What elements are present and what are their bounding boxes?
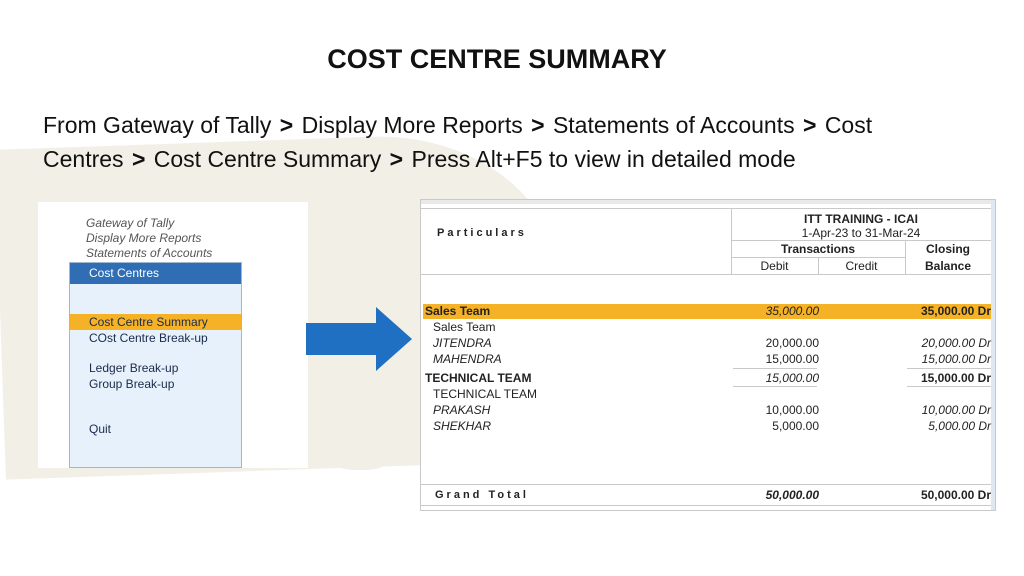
grand-total-row: Grand Total 50,000.00 50,000.00 Dr <box>423 488 991 503</box>
cost-centre-summary-report: Particulars ITT TRAINING - ICAI 1-Apr-23… <box>420 199 996 511</box>
report-top-bar <box>421 200 995 204</box>
navigation-path: From Gateway of Tally > Display More Rep… <box>43 108 973 176</box>
row-balance: 10,000.00 Dr <box>921 403 991 417</box>
path-separator: > <box>279 112 294 138</box>
row-debit: 15,000.00 <box>765 371 819 385</box>
menu-item-group-break-up[interactable]: Group Break-up <box>70 376 241 392</box>
transactions-header: Transactions <box>780 242 856 256</box>
row-particular: SHEKHAR <box>433 419 492 433</box>
grand-total-label: Grand Total <box>435 489 529 501</box>
grand-total-balance: 50,000.00 Dr <box>920 488 991 502</box>
row-debit: 15,000.00 <box>765 352 819 366</box>
path-step: Cost <box>824 112 873 138</box>
row-particular: TECHNICAL TEAM <box>425 371 532 385</box>
menu-title: Cost Centres <box>70 263 241 284</box>
particulars-header: Particulars <box>437 227 527 239</box>
slide-title: COST CENTRE SUMMARY <box>327 44 667 74</box>
table-row[interactable]: PRAKASH 10,000.00 10,000.00 Dr <box>423 403 991 418</box>
path-step: From Gateway of Tally <box>43 112 272 138</box>
row-debit: 10,000.00 <box>765 403 819 417</box>
path-separator: > <box>389 146 404 172</box>
row-balance: 15,000.00 Dr <box>921 352 991 366</box>
divider <box>421 208 991 209</box>
row-particular: TECHNICAL TEAM <box>433 387 538 401</box>
row-particular: Sales Team <box>425 304 491 318</box>
company-name: ITT TRAINING - ICAI <box>804 212 918 226</box>
path-step: Display More Reports <box>301 112 523 138</box>
row-particular: Sales Team <box>433 320 496 334</box>
row-balance: 35,000.00 Dr <box>920 304 991 318</box>
row-particular: PRAKASH <box>433 403 491 417</box>
row-balance: 5,000.00 Dr <box>928 419 991 433</box>
table-row[interactable]: TECHNICAL TEAM 15,000.00 15,000.00 Dr <box>423 371 991 386</box>
row-balance: 15,000.00 Dr <box>920 371 991 385</box>
menu-item-ledger-break-up[interactable]: Ledger Break-up <box>70 360 241 376</box>
path-step: Cost Centre Summary <box>153 146 382 172</box>
path-step: Centres <box>43 146 124 172</box>
divider <box>421 505 991 506</box>
path-separator: > <box>131 146 146 172</box>
menu-item-quit[interactable]: Quit <box>70 421 241 437</box>
menu-item-cost-centre-summary[interactable]: Cost Centre Summary <box>70 314 241 330</box>
row-balance: 20,000.00 Dr <box>921 336 991 350</box>
row-particular: MAHENDRA <box>433 352 502 366</box>
menu-item-cost-centre-break-up[interactable]: COst Centre Break-up <box>70 330 241 346</box>
report-period[interactable]: 1-Apr-23 to 31-Mar-24 <box>731 226 991 240</box>
credit-header: Credit <box>845 259 878 273</box>
divider <box>731 240 991 241</box>
table-row[interactable]: SHEKHAR 5,000.00 5,000.00 Dr <box>423 419 991 434</box>
row-debit: 35,000.00 <box>765 304 819 318</box>
path-step: Press Alt+F5 to view in detailed mode <box>411 146 796 172</box>
table-row[interactable]: Sales Team <box>423 320 991 335</box>
debit-header: Debit <box>760 259 789 273</box>
menu-breadcrumb[interactable]: Gateway of Tally <box>86 216 174 230</box>
balance-header: Balance <box>924 259 972 273</box>
report-side-bar <box>991 200 995 510</box>
grand-total-debit: 50,000.00 <box>765 488 819 502</box>
divider <box>421 274 991 275</box>
row-debit: 5,000.00 <box>772 419 819 433</box>
menu-breadcrumb[interactable]: Statements of Accounts <box>86 246 212 260</box>
path-separator: > <box>802 112 817 138</box>
cost-centres-menu: Cost Centres Cost Centre Summary COst Ce… <box>69 262 242 468</box>
divider <box>421 484 991 485</box>
tally-menu-panel: Gateway of Tally Display More Reports St… <box>38 202 308 468</box>
path-separator: > <box>531 112 545 138</box>
right-arrow-icon <box>306 307 412 371</box>
table-row[interactable]: JITENDRA 20,000.00 20,000.00 Dr <box>423 336 991 351</box>
divider <box>733 368 817 369</box>
path-step: Statements of Accounts <box>552 112 795 138</box>
table-row[interactable]: Sales Team 35,000.00 35,000.00 Dr <box>423 304 991 319</box>
divider <box>907 368 991 369</box>
table-row[interactable]: TECHNICAL TEAM <box>423 387 991 402</box>
closing-header: Closing <box>926 242 970 256</box>
row-particular: JITENDRA <box>433 336 492 350</box>
menu-breadcrumb[interactable]: Display More Reports <box>86 231 201 245</box>
row-debit: 20,000.00 <box>765 336 819 350</box>
table-row[interactable]: MAHENDRA 15,000.00 15,000.00 Dr <box>423 352 991 367</box>
